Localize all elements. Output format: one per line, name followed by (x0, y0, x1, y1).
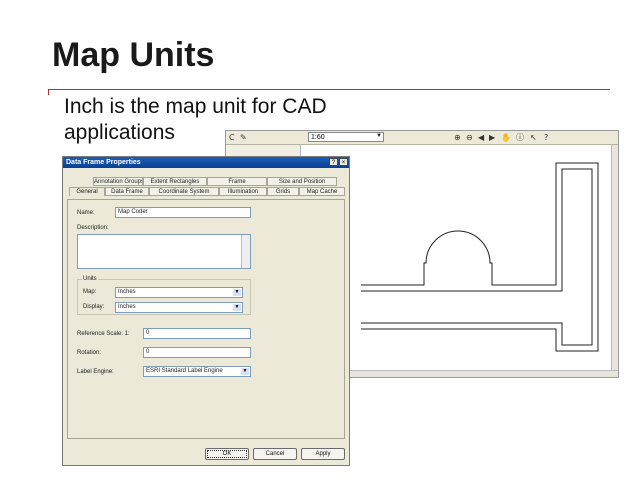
map-units-label: Map: (83, 289, 97, 295)
reference-scale-label: Reference Scale: 1: (77, 331, 130, 337)
data-frame-properties-dialog: Data Frame Properties ? × Annotation Gro… (62, 156, 350, 466)
dialog-title: Data Frame Properties (66, 159, 141, 166)
label-engine-label: Label Engine: (77, 369, 114, 375)
map-units-select[interactable]: Inches ▼ (115, 287, 243, 298)
forward-icon[interactable]: ▶ (489, 133, 495, 142)
pan-icon[interactable]: ✋ (501, 133, 511, 142)
title-divider (48, 89, 610, 90)
edit-icon[interactable]: ✎ (240, 133, 247, 142)
name-field[interactable]: Map Coder (115, 207, 251, 218)
display-units-value: Inches (118, 304, 136, 310)
zoom-in-icon[interactable]: ⊕ (454, 133, 461, 142)
help-button[interactable]: ? (329, 158, 338, 166)
tab-general[interactable]: General (69, 187, 105, 196)
units-group-label: Units (82, 276, 98, 282)
tab-annotation-groups[interactable]: Annotation Groups (93, 177, 143, 186)
tab-illumination[interactable]: Illumination (219, 187, 267, 196)
apply-button[interactable]: Apply (301, 448, 345, 460)
scale-dropdown-icon[interactable]: ▼ (376, 133, 382, 139)
toolbar-c-icon[interactable]: C (229, 133, 235, 142)
chevron-down-icon[interactable]: ▼ (233, 304, 241, 311)
tab-grids[interactable]: Grids (267, 187, 299, 196)
tab-data-frame[interactable]: Data Frame (105, 187, 149, 196)
map-units-value: Inches (118, 289, 136, 295)
title-divider-stub (48, 89, 49, 95)
rotation-field[interactable]: 0 (143, 347, 251, 358)
description-field[interactable] (77, 234, 251, 269)
tab-size-and-position[interactable]: Size and Position (267, 177, 337, 186)
back-icon[interactable]: ◀ (478, 133, 484, 142)
label-engine-value: ESRI Standard Label Engine (146, 368, 223, 374)
tab-frame[interactable]: Frame (207, 177, 267, 186)
tab-map-cache[interactable]: Map Cache (299, 187, 345, 196)
slide-title: Map Units (52, 36, 215, 74)
reference-scale-field[interactable]: 0 (143, 328, 251, 339)
description-scrollbar[interactable] (241, 235, 250, 268)
scale-input[interactable]: 1:60 (308, 132, 384, 142)
label-engine-select[interactable]: ESRI Standard Label Engine ▼ (143, 366, 251, 377)
zoom-out-icon[interactable]: ⊖ (466, 133, 473, 142)
identify-icon[interactable]: ⓘ (516, 133, 524, 142)
chevron-down-icon[interactable]: ▼ (233, 289, 241, 296)
help-icon[interactable]: ? (544, 133, 548, 142)
tab-coordinate-system[interactable]: Coordinate System (149, 187, 219, 196)
cad-toolbar: C ✎ 1:60 ▼ ⊕ ⊖ ◀ ▶ ✋ ⓘ ↖ ? (226, 131, 618, 145)
name-label: Name: (77, 210, 95, 216)
ok-button[interactable]: OK (205, 448, 249, 460)
vertical-scrollbar[interactable] (611, 145, 618, 371)
rotation-label: Rotation: (77, 350, 102, 356)
tab-extent-rectangles[interactable]: Extent Rectangles (143, 177, 207, 186)
display-units-label: Display: (83, 304, 105, 310)
chevron-down-icon[interactable]: ▼ (241, 368, 249, 375)
cancel-button[interactable]: Cancel (253, 448, 297, 460)
dialog-titlebar: Data Frame Properties (63, 157, 349, 168)
select-icon[interactable]: ↖ (530, 133, 537, 142)
close-button[interactable]: × (339, 158, 348, 166)
description-label: Description: (77, 225, 109, 231)
display-units-select[interactable]: Inches ▼ (115, 302, 243, 313)
